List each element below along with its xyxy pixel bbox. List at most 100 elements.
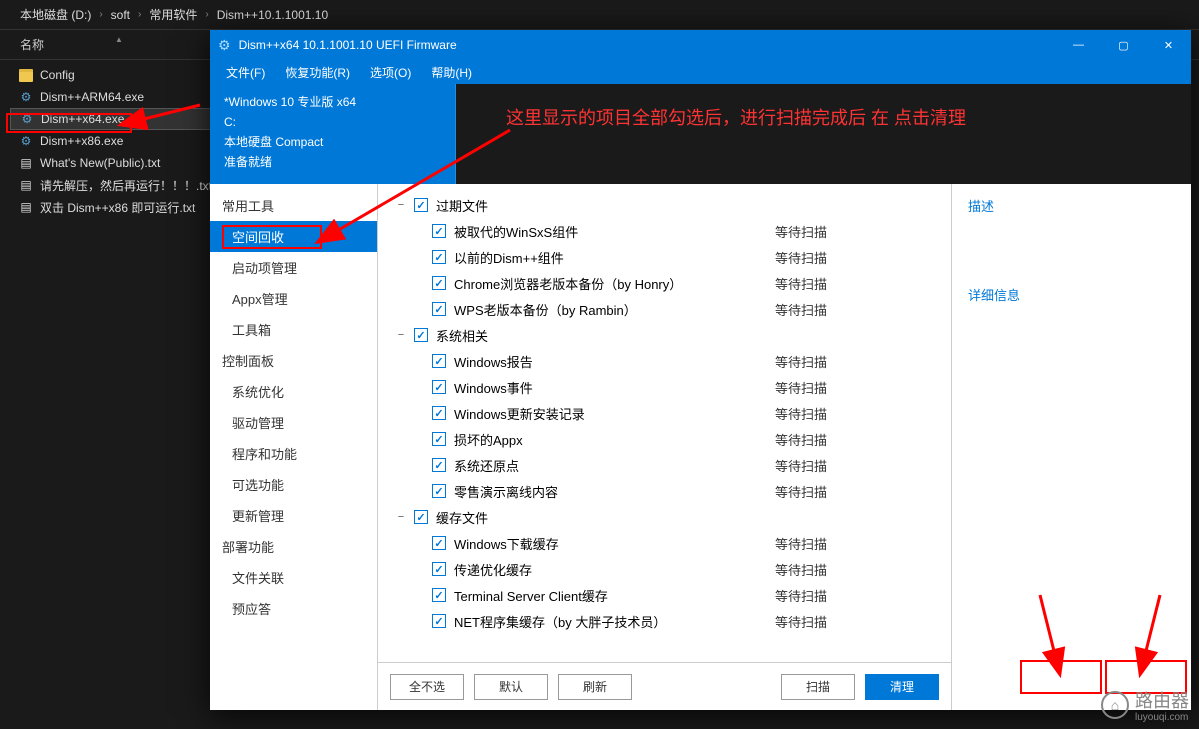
exe-icon: ⚙ [18, 89, 34, 105]
sidebar-item[interactable]: 程序和功能 [210, 438, 377, 469]
scan-button[interactable]: 扫描 [781, 674, 855, 700]
tree-item[interactable]: Terminal Server Client缓存等待扫描 [394, 582, 935, 608]
group-label: 系统相关 [436, 326, 935, 345]
breadcrumb-part[interactable]: Dism++10.1.1001.10 [217, 8, 328, 22]
item-status: 等待扫描 [775, 586, 935, 605]
checkbox[interactable] [414, 510, 428, 524]
sidebar-item[interactable]: 可选功能 [210, 469, 377, 500]
titlebar[interactable]: ⚙ Dism++x64 10.1.1001.10 UEFI Firmware —… [210, 30, 1191, 60]
column-name[interactable]: 名称 [20, 36, 44, 53]
item-label: Windows下载缓存 [454, 534, 775, 553]
sidebar-item[interactable]: 系统优化 [210, 376, 377, 407]
checkbox[interactable] [432, 302, 446, 316]
sidebar-item[interactable]: 工具箱 [210, 314, 377, 345]
menu-item[interactable]: 选项(O) [360, 62, 421, 83]
folder-icon [18, 67, 34, 83]
tree-group[interactable]: −过期文件 [394, 192, 935, 218]
tree-item[interactable]: Windows报告等待扫描 [394, 348, 935, 374]
item-label: 损坏的Appx [454, 430, 775, 449]
checkbox[interactable] [432, 536, 446, 550]
checkbox[interactable] [432, 458, 446, 472]
item-status: 等待扫描 [775, 274, 935, 293]
tree-item[interactable]: Windows事件等待扫描 [394, 374, 935, 400]
os-active-card[interactable]: *Windows 10 专业版 x64 C: 本地硬盘 Compact 准备就绪 [210, 84, 456, 184]
tree-item[interactable]: 零售演示离线内容等待扫描 [394, 478, 935, 504]
window-title: Dism++x64 10.1.1001.10 UEFI Firmware [239, 38, 1056, 52]
sort-indicator-icon: ▲ [115, 35, 123, 44]
tree-item[interactable]: WPS老版本备份（by Rambin）等待扫描 [394, 296, 935, 322]
main-panel: −过期文件被取代的WinSxS组件等待扫描以前的Dism++组件等待扫描Chro… [378, 184, 951, 710]
tree-group[interactable]: − 系统相关 [394, 322, 935, 348]
checkbox[interactable] [414, 328, 428, 342]
checkbox[interactable] [432, 250, 446, 264]
footer-toolbar: 全不选 默认 刷新 扫描 清理 [378, 662, 951, 710]
sidebar-item[interactable]: Appx管理 [210, 283, 377, 314]
file-name: Config [40, 68, 75, 82]
tree-item[interactable]: 以前的Dism++组件等待扫描 [394, 244, 935, 270]
checkbox[interactable] [432, 224, 446, 238]
file-name: What's New(Public).txt [40, 156, 160, 170]
menu-item[interactable]: 帮助(H) [421, 62, 482, 83]
sidebar-item[interactable]: 更新管理 [210, 500, 377, 531]
sidebar-item[interactable]: 预应答 [210, 593, 377, 624]
checkbox[interactable] [414, 198, 428, 212]
clean-button[interactable]: 清理 [865, 674, 939, 700]
collapse-icon[interactable]: − [394, 329, 408, 341]
close-button[interactable]: ✕ [1146, 30, 1191, 60]
tree-item[interactable]: 被取代的WinSxS组件等待扫描 [394, 218, 935, 244]
checkbox[interactable] [432, 562, 446, 576]
refresh-button[interactable]: 刷新 [558, 674, 632, 700]
item-status: 等待扫描 [775, 404, 935, 423]
tree-item[interactable]: Windows下载缓存等待扫描 [394, 530, 935, 556]
item-label: Windows更新安装记录 [454, 404, 775, 423]
sidebar-group: 控制面板 [210, 345, 377, 376]
sidebar-item[interactable]: 文件关联 [210, 562, 377, 593]
tree-item[interactable]: 传递优化缓存等待扫描 [394, 556, 935, 582]
right-panel: 描述 详细信息 [951, 184, 1191, 710]
tree-item[interactable]: NET程序集缓存（by 大胖子技术员）等待扫描 [394, 608, 935, 634]
breadcrumb-part[interactable]: soft [111, 8, 130, 22]
checkbox[interactable] [432, 614, 446, 628]
item-status: 等待扫描 [775, 456, 935, 475]
tree-item[interactable]: Windows更新安装记录等待扫描 [394, 400, 935, 426]
item-status: 等待扫描 [775, 352, 935, 371]
os-panel: *Windows 10 专业版 x64 C: 本地硬盘 Compact 准备就绪… [210, 84, 1191, 184]
os-name: *Windows 10 专业版 x64 [224, 92, 441, 112]
collapse-icon[interactable]: − [394, 511, 408, 523]
tree-group[interactable]: −缓存文件 [394, 504, 935, 530]
sidebar-item[interactable]: 空间回收 [210, 221, 377, 252]
watermark-sub: luyouqi.com [1135, 713, 1189, 723]
item-label: 被取代的WinSxS组件 [454, 222, 775, 241]
checkbox[interactable] [432, 406, 446, 420]
tree-item[interactable]: Chrome浏览器老版本备份（by Honry）等待扫描 [394, 270, 935, 296]
menu-item[interactable]: 恢复功能(R) [275, 62, 360, 83]
file-name: 请先解压，然后再运行！！！.txt [40, 177, 212, 194]
menu-item[interactable]: 文件(F) [216, 62, 275, 83]
collapse-icon[interactable]: − [394, 199, 408, 211]
checkbox[interactable] [432, 380, 446, 394]
item-label: 零售演示离线内容 [454, 482, 775, 501]
checkbox[interactable] [432, 484, 446, 498]
breadcrumb-part[interactable]: 本地磁盘 (D:) [20, 6, 91, 23]
item-status: 等待扫描 [775, 612, 935, 631]
sidebar-item[interactable]: 驱动管理 [210, 407, 377, 438]
item-label: 系统还原点 [454, 456, 775, 475]
os-dark-area: 这里显示的项目全部勾选后，进行扫描完成后 在 点击清理 [456, 84, 1191, 184]
checkbox[interactable] [432, 588, 446, 602]
breadcrumb-part[interactable]: 常用软件 [149, 6, 197, 23]
checkbox[interactable] [432, 276, 446, 290]
checkbox[interactable] [432, 354, 446, 368]
maximize-button[interactable]: ▢ [1101, 30, 1146, 60]
watermark-text: 路由器 [1135, 691, 1189, 711]
deselect-all-button[interactable]: 全不选 [390, 674, 464, 700]
chevron-right-icon: › [99, 9, 102, 20]
minimize-button[interactable]: — [1056, 30, 1101, 60]
tree-item[interactable]: 损坏的Appx等待扫描 [394, 426, 935, 452]
default-button[interactable]: 默认 [474, 674, 548, 700]
checkbox[interactable] [432, 432, 446, 446]
tree-item[interactable]: 系统还原点等待扫描 [394, 452, 935, 478]
menubar: 文件(F)恢复功能(R)选项(O)帮助(H) [210, 60, 1191, 84]
breadcrumb[interactable]: 本地磁盘 (D:)› soft› 常用软件› Dism++10.1.1001.1… [0, 0, 1199, 30]
file-name: Dism++x64.exe [41, 112, 124, 126]
sidebar-item[interactable]: 启动项管理 [210, 252, 377, 283]
